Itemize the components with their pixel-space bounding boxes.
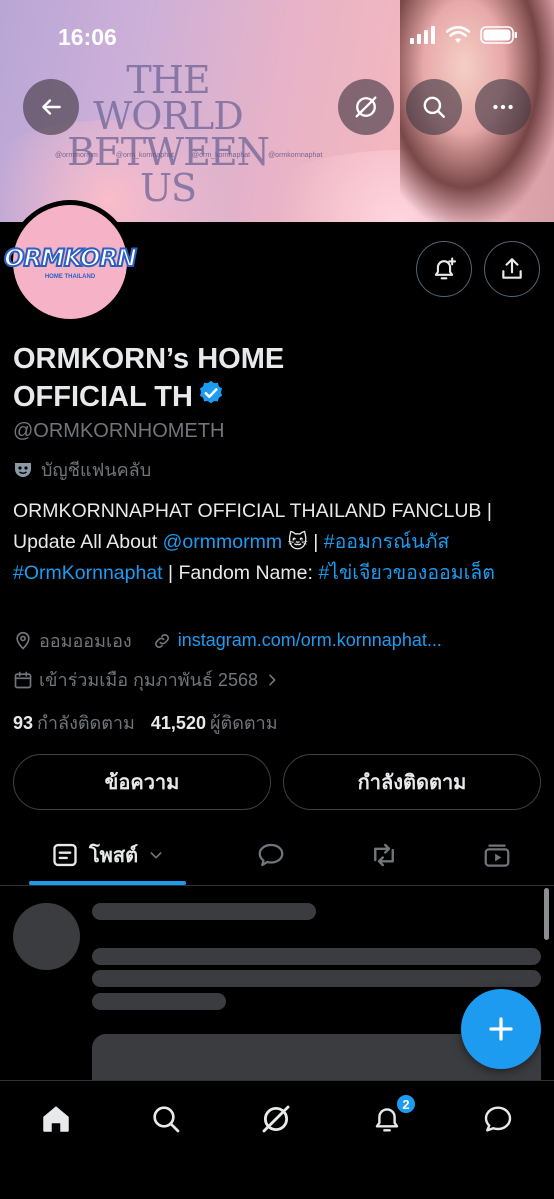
compose-post-button[interactable] <box>461 989 541 1069</box>
chevron-down-icon <box>150 852 162 859</box>
nav-home[interactable] <box>34 1097 78 1141</box>
grok-icon <box>355 96 377 118</box>
profile-handle: @ORMKORNHOMETH <box>13 420 225 442</box>
profile-bio: ORMKORNNAPHAT OFFICIAL THAILAND FANCLUB … <box>13 496 543 589</box>
skeleton-line <box>92 970 541 987</box>
home-icon <box>43 1106 69 1132</box>
status-time: 16:06 <box>58 24 117 50</box>
profile-tabs: โพสต์ <box>0 826 554 886</box>
banner-title-line1: THE WORLD <box>93 58 244 138</box>
following-stat[interactable]: 93 กำลังติดตาม <box>13 708 135 737</box>
tab-media[interactable] <box>471 826 523 884</box>
arrow-left-icon <box>42 99 61 115</box>
search-icon <box>423 96 445 118</box>
banner-handle: @orm_kornnaphat <box>115 152 174 159</box>
tab-reposts[interactable] <box>358 826 410 884</box>
following-count: 93 <box>13 713 34 733</box>
share-icon <box>502 258 522 279</box>
more-button[interactable] <box>475 79 531 135</box>
bio-hashtag-link[interactable]: #ไข่เจียวของออมเล็ต <box>318 562 495 584</box>
bio-emoji: 🐱 <box>287 531 308 553</box>
follow-stats: 93 กำลังติดตาม 41,520 ผู้ติดตาม <box>13 708 278 737</box>
signal-icon <box>410 26 435 44</box>
bio-hashtag-link[interactable]: #ออมกรณ์นภัส <box>324 531 450 553</box>
nav-grok[interactable] <box>254 1097 298 1141</box>
avatar[interactable]: ORMKORN HOME THAILAND <box>3 200 138 324</box>
theater-mask-icon <box>15 462 31 477</box>
profile-joined-row[interactable]: เข้าร่วมเมือ กุมภาพันธ์ 2568 <box>13 665 280 694</box>
search-icon <box>153 1106 180 1133</box>
calendar-icon <box>14 671 32 688</box>
wifi-icon <box>446 26 470 43</box>
chevron-right-icon <box>269 674 276 685</box>
bell-plus-icon <box>434 257 457 280</box>
repost-icon <box>374 843 394 867</box>
grok-button[interactable] <box>338 79 394 135</box>
profile-name-line1: ORMKORN’s HOME <box>13 343 285 375</box>
following-button[interactable]: กำลังติดตาม <box>283 754 541 810</box>
bio-separator: | <box>307 531 324 553</box>
following-label: กำลังติดตาม <box>37 713 135 733</box>
profile-name-line2: OFFICIAL TH <box>13 381 193 413</box>
notifications-badge: 2 <box>395 1093 417 1115</box>
profile-name: ORMKORN’s HOME OFFICIAL TH <box>13 340 343 417</box>
tab-posts-label: โพสต์ <box>88 845 139 867</box>
skeleton-line <box>92 903 316 920</box>
avatar-sub-text: HOME THAILAND <box>44 274 96 280</box>
followers-label: ผู้ติดตาม <box>209 713 278 733</box>
avatar-image: ORMKORN HOME THAILAND <box>3 205 138 319</box>
verified-badge-icon[interactable] <box>197 379 225 417</box>
followers-count: 41,520 <box>150 713 206 733</box>
followers-stat[interactable]: 41,520 ผู้ติดตาม <box>151 708 278 737</box>
reply-icon <box>258 843 284 867</box>
status-bar: 16:06 <box>0 0 554 70</box>
posts-icon <box>53 843 77 867</box>
battery-icon <box>480 26 517 44</box>
skeleton-line <box>92 948 541 965</box>
notify-button[interactable] <box>416 241 472 297</box>
profile-category-label: บัญชีแฟนคลับ <box>41 460 152 480</box>
bio-hashtag-link[interactable]: #OrmKornnaphat <box>13 562 163 584</box>
status-icons <box>410 26 518 44</box>
profile-location: ออมออมเอง <box>39 631 132 651</box>
search-button[interactable] <box>406 79 462 135</box>
bottom-nav: 2 <box>0 1080 554 1199</box>
skeleton-line <box>92 993 226 1010</box>
profile-website-link[interactable]: instagram.com/orm.kornnaphat... <box>178 630 442 651</box>
plus-icon <box>489 1017 513 1041</box>
bio-mention-link[interactable]: @ormmormm <box>163 531 282 553</box>
profile-category: บัญชีแฟนคลับ <box>13 455 151 484</box>
share-button[interactable] <box>484 241 540 297</box>
grok-icon <box>262 1105 290 1133</box>
media-icon <box>484 844 510 867</box>
skeleton-avatar <box>13 903 80 970</box>
tab-posts[interactable]: โพสต์ <box>29 826 186 884</box>
message-button[interactable]: ข้อความ <box>13 754 271 810</box>
location-pin-icon <box>16 631 30 650</box>
banner-title: THE WORLD BETWEEN US <box>48 58 288 210</box>
scrollbar[interactable] <box>544 888 549 940</box>
avatar-logo-text: ORMKORN <box>3 243 138 273</box>
more-icon <box>493 104 513 110</box>
banner-handle: @ormmormm <box>55 152 98 159</box>
banner-handle: @ormkornnaphat <box>268 152 323 159</box>
banner-title-line2: BETWEEN US <box>67 130 270 210</box>
banner-handles: @ormmormm @orm_kornnaphat @orm_kornnapha… <box>55 152 322 159</box>
nav-messages[interactable] <box>476 1097 520 1141</box>
tab-replies[interactable] <box>245 826 297 884</box>
link-icon <box>154 633 169 648</box>
profile-joined-date: เข้าร่วมเมือ กุมภาพันธ์ 2568 <box>39 670 258 690</box>
nav-explore[interactable] <box>144 1097 188 1141</box>
bio-text: | Fandom Name: <box>162 562 319 584</box>
banner-handle: @orm_kornnaphat <box>191 152 251 159</box>
profile-meta-row: ออมออมเอง instagram.com/orm.kornnaphat..… <box>13 626 442 655</box>
active-tab-indicator <box>29 881 186 885</box>
chat-icon <box>484 1106 512 1132</box>
back-button[interactable] <box>23 79 79 135</box>
